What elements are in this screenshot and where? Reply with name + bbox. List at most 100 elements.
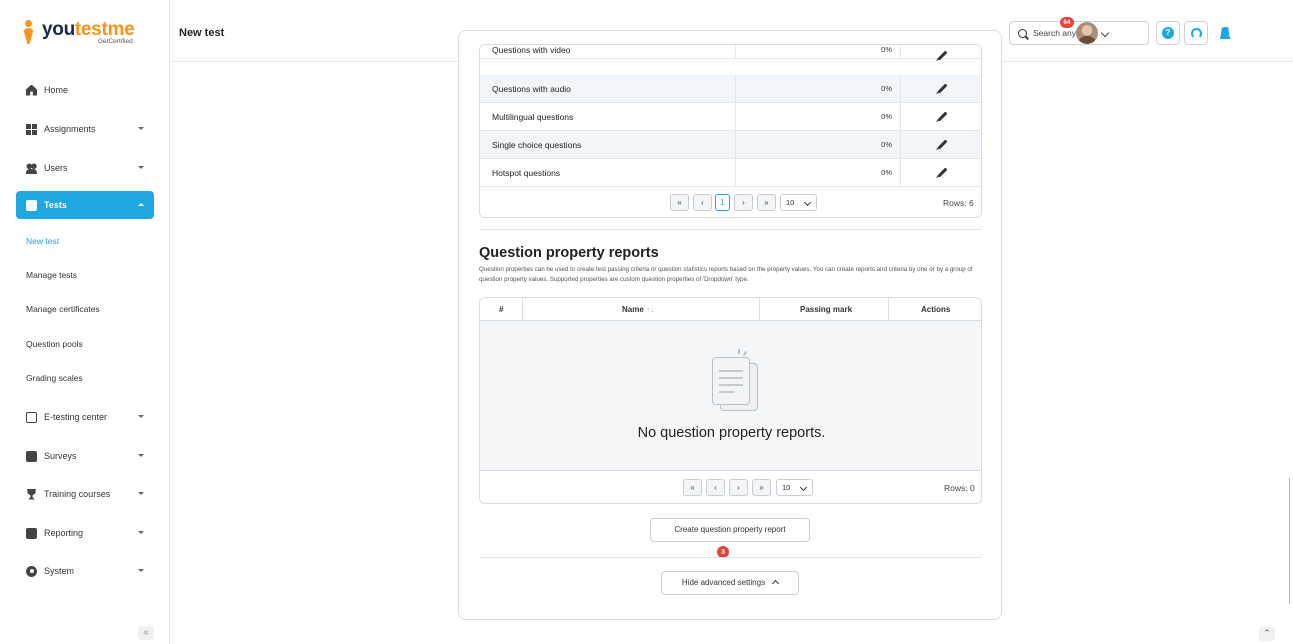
divider bbox=[479, 229, 982, 230]
sidebar-item-training-courses[interactable]: Training courses bbox=[16, 480, 154, 508]
sidebar-subitem-manage-certificates[interactable]: Manage certificates bbox=[26, 304, 100, 314]
empty-state: No question property reports. bbox=[480, 321, 981, 471]
logo[interactable]: youtestme bbox=[22, 19, 135, 50]
headset-icon bbox=[1190, 27, 1202, 39]
sort-icon: ↑↓ bbox=[646, 305, 655, 314]
edit-pencil-icon[interactable] bbox=[937, 83, 948, 94]
sidebar-item-home[interactable]: Home bbox=[16, 76, 154, 104]
edit-pencil-icon[interactable] bbox=[937, 111, 948, 122]
chevron-down-icon bbox=[138, 127, 144, 130]
sidebar-item-assignments[interactable]: Assignments bbox=[16, 115, 154, 143]
trophy-icon bbox=[27, 488, 36, 500]
report-icon bbox=[26, 527, 37, 539]
gear-icon bbox=[26, 565, 37, 577]
logo-tagline: GetCertified bbox=[98, 38, 133, 45]
page-title: New test bbox=[179, 27, 225, 39]
sidebar-item-system[interactable]: System bbox=[16, 557, 154, 585]
table-row: Hotspot questions 0% bbox=[480, 159, 981, 187]
first-page-button[interactable]: « bbox=[683, 479, 702, 496]
empty-message: No question property reports. bbox=[637, 425, 826, 441]
scrollbar[interactable] bbox=[1289, 478, 1290, 604]
chevron-down-icon bbox=[138, 492, 144, 495]
avatar[interactable] bbox=[1076, 22, 1098, 44]
sidebar-subitem-question-pools[interactable]: Question pools bbox=[26, 339, 83, 349]
create-question-property-report-button[interactable]: Create question property report bbox=[650, 518, 810, 542]
row-percent: 0% bbox=[881, 45, 892, 54]
collapse-sidebar-button[interactable]: « bbox=[138, 626, 154, 640]
next-page-button[interactable]: › bbox=[734, 194, 753, 211]
sidebar-item-label: System bbox=[44, 566, 75, 576]
sidebar-subitem-grading-scales[interactable]: Grading scales bbox=[26, 373, 83, 383]
hide-advanced-settings-label: Hide advanced settings bbox=[681, 578, 766, 587]
calendar-icon bbox=[26, 411, 37, 423]
rows-count: Rows: 0 bbox=[944, 483, 975, 493]
tests-icon bbox=[26, 199, 37, 211]
search-icon bbox=[1018, 28, 1027, 38]
last-page-button[interactable]: » bbox=[752, 479, 771, 496]
edit-pencil-icon[interactable] bbox=[937, 139, 948, 150]
sidebar-subitem-new-test[interactable]: New test bbox=[26, 236, 59, 246]
row-percent: 0% bbox=[881, 84, 892, 93]
sidebar-item-label: Tests bbox=[44, 200, 67, 210]
chevron-down-icon bbox=[138, 454, 144, 457]
page-size-select[interactable]: 10 bbox=[780, 194, 817, 211]
next-page-button[interactable]: › bbox=[729, 479, 748, 496]
column-number: # bbox=[499, 305, 504, 314]
table-row: Multilingual questions 0% bbox=[480, 103, 981, 131]
table-header: # Name ↑↓ Passing mark Actions bbox=[480, 298, 981, 321]
first-page-button[interactable]: « bbox=[670, 194, 689, 211]
notifications-button[interactable] bbox=[1213, 21, 1237, 45]
sidebar-item-reporting[interactable]: Reporting bbox=[16, 519, 154, 547]
sidebar-item-label: Home bbox=[44, 85, 69, 95]
edit-pencil-icon[interactable] bbox=[937, 167, 948, 178]
sidebar-item-tests[interactable]: Tests bbox=[16, 191, 154, 219]
chevron-down-icon bbox=[138, 166, 144, 169]
question-types-table: Questions with video 0% Questions with a… bbox=[479, 44, 982, 218]
sidebar-item-users[interactable]: Users bbox=[16, 154, 154, 182]
users-icon bbox=[26, 162, 37, 174]
column-actions: Actions bbox=[921, 305, 951, 314]
property-reports-table: # Name ↑↓ Passing mark Actions No questi… bbox=[479, 297, 982, 504]
sidebar-item-label: Users bbox=[44, 163, 68, 173]
prev-page-button[interactable]: ‹ bbox=[693, 194, 712, 211]
scroll-to-top-button[interactable]: ⌃ bbox=[1259, 627, 1275, 641]
sidebar-item-label: Assignments bbox=[44, 124, 96, 134]
column-name[interactable]: Name ↑↓ bbox=[622, 305, 654, 314]
sidebar-item-label: Reporting bbox=[44, 528, 84, 538]
row-percent: 0% bbox=[881, 112, 892, 121]
pagination: « ‹ 1 › » 10 bbox=[670, 194, 840, 212]
empty-documents-icon bbox=[706, 349, 758, 411]
sidebar-item-label: Training courses bbox=[44, 489, 111, 499]
column-passing-mark: Passing mark bbox=[800, 305, 853, 314]
logo-text: youtestme bbox=[42, 19, 135, 40]
section-title: Question property reports bbox=[479, 245, 659, 261]
chevron-up-icon bbox=[138, 203, 144, 206]
last-page-button[interactable]: » bbox=[757, 194, 776, 211]
support-button[interactable] bbox=[1184, 21, 1208, 45]
table-row: Questions with video 0% bbox=[480, 45, 981, 61]
divider bbox=[479, 557, 982, 558]
sidebar-item-label: E-testing center bbox=[44, 412, 108, 422]
sidebar-subitem-manage-tests[interactable]: Manage tests bbox=[26, 270, 77, 280]
page-1-button[interactable]: 1 bbox=[715, 194, 730, 211]
sidebar-item-e-testing-center[interactable]: E-testing center bbox=[16, 403, 154, 431]
rows-count: Rows: 6 bbox=[943, 198, 974, 208]
bell-icon bbox=[1219, 27, 1231, 39]
help-button[interactable]: ? bbox=[1156, 21, 1180, 45]
help-icon: ? bbox=[1162, 27, 1174, 39]
edit-pencil-icon[interactable] bbox=[937, 50, 948, 61]
notification-badge: 64 bbox=[1060, 17, 1074, 28]
chevron-down-icon bbox=[138, 531, 144, 534]
chevron-down-icon bbox=[138, 569, 144, 572]
prev-page-button[interactable]: ‹ bbox=[706, 479, 725, 496]
chevron-down-icon bbox=[138, 415, 144, 418]
grid-icon bbox=[26, 123, 37, 135]
logo-mark-icon bbox=[22, 20, 36, 44]
row-percent: 0% bbox=[881, 140, 892, 149]
sidebar-item-surveys[interactable]: Surveys bbox=[16, 442, 154, 470]
chevron-up-icon bbox=[772, 579, 780, 588]
home-icon bbox=[26, 84, 37, 96]
hide-advanced-settings-button[interactable]: Hide advanced settings bbox=[661, 571, 799, 595]
row-percent: 0% bbox=[881, 168, 892, 177]
page-size-select[interactable]: 10 bbox=[776, 479, 813, 496]
